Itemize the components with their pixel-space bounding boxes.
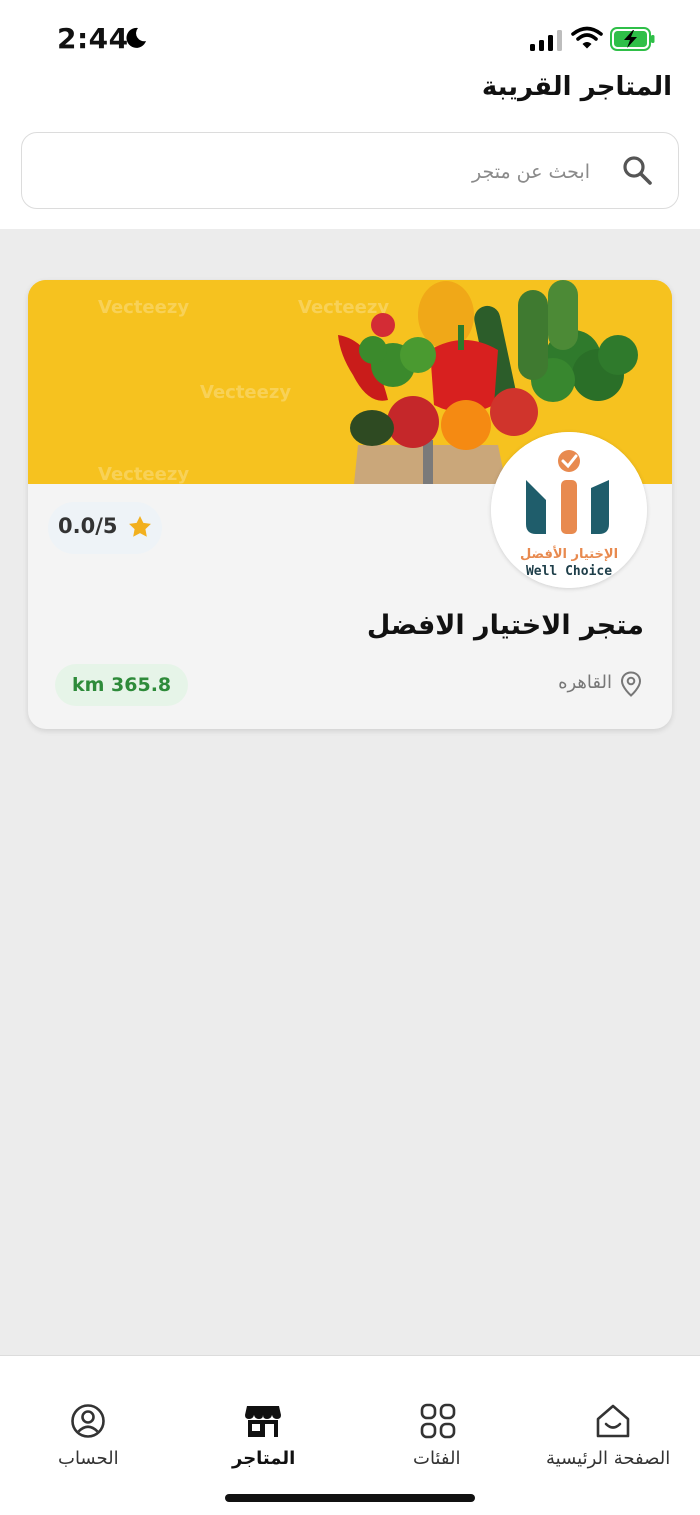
star-icon xyxy=(129,515,151,537)
distance-badge: km 365.8 xyxy=(55,664,189,706)
location-pin-icon xyxy=(620,671,642,697)
status-bar: 2:44 xyxy=(0,0,700,70)
store-name[interactable]: متجر الاختيار الافضل xyxy=(367,610,644,641)
wifi-icon xyxy=(571,26,603,49)
nav-item-stores[interactable]: المتاجر xyxy=(218,1356,308,1476)
watermark-text: Vecteezy xyxy=(98,297,189,318)
account-icon[interactable] xyxy=(69,1402,107,1440)
header: 2:44 المتاجر القريبة ابحث عن متجر xyxy=(0,0,700,229)
rating-value: 0.0/5 xyxy=(58,514,118,538)
screen: 2:44 المتاجر القريبة ابحث عن متجر Vectee… xyxy=(0,0,700,1515)
watermark-text: Vecteezy xyxy=(200,382,291,403)
watermark-text: Vecteezy xyxy=(298,297,389,318)
store-location: القاهره xyxy=(512,670,642,700)
store-icon[interactable] xyxy=(244,1402,282,1440)
store-card[interactable]: Vecteezy Vecteezy Vecteezy Vecteezy الإخ… xyxy=(28,280,672,729)
home-icon[interactable] xyxy=(594,1402,632,1440)
categories-icon[interactable] xyxy=(419,1402,457,1440)
bottom-nav: الحساب المتاجر الفئات الصفحة الرئيسية xyxy=(0,1355,700,1515)
page-title: المتاجر القريبة xyxy=(481,72,672,102)
nav-item-account[interactable]: الحساب xyxy=(40,1356,136,1476)
search-input[interactable]: ابحث عن متجر xyxy=(21,132,679,209)
store-logo: الإختيار الأفضل Well Choice xyxy=(491,432,647,588)
watermark-text: Vecteezy xyxy=(98,464,189,484)
signal-icon xyxy=(530,30,562,51)
home-indicator xyxy=(225,1494,475,1502)
logo-arabic-text: الإختيار الأفضل xyxy=(520,545,618,562)
nav-label-account: الحساب xyxy=(58,1448,119,1469)
search-placeholder: ابحث عن متجر xyxy=(471,161,590,183)
nav-item-home[interactable]: الصفحة الرئيسية xyxy=(544,1356,686,1476)
nav-label-home: الصفحة الرئيسية xyxy=(546,1448,671,1469)
nav-label-categories: الفئات xyxy=(413,1448,461,1469)
battery-charging-icon xyxy=(610,27,655,51)
rating-badge: 0.0/5 xyxy=(48,502,162,554)
logo-english-text: Well Choice xyxy=(526,564,612,579)
status-time: 2:44 xyxy=(57,22,129,55)
search-icon[interactable] xyxy=(620,153,654,187)
nav-item-categories[interactable]: الفئات xyxy=(398,1356,478,1476)
moon-icon xyxy=(126,27,146,48)
store-city: القاهره xyxy=(558,672,612,693)
nav-label-stores: المتاجر xyxy=(232,1448,296,1469)
